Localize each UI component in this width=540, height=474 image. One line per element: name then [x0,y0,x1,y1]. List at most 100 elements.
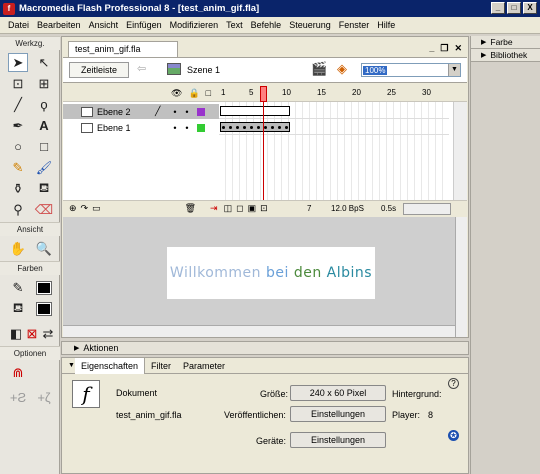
edit-symbols-icon[interactable]: ◈ [337,61,347,77]
paint-bucket-tool-icon[interactable]: ⛾ [34,179,54,198]
no-color-icon[interactable]: ⊠ [26,324,38,343]
collapse-arrow-icon[interactable]: ▼ [62,362,75,369]
timeline-scrollbar[interactable] [453,102,467,202]
menu-ansicht[interactable]: Ansicht [85,20,123,30]
help-icon[interactable]: ? [448,378,459,389]
selection-tool-icon[interactable]: ➤ [8,53,28,72]
publish-settings-button[interactable]: Einstellungen [290,406,386,422]
delete-layer-icon[interactable]: 🗑 [185,203,196,214]
toolbox-view-label: Ansicht [0,222,60,236]
pencil-tool-icon[interactable]: ✎ [8,158,28,177]
size-button[interactable]: 240 x 60 Pixel [290,385,386,401]
fill-color-swatch[interactable] [34,299,54,318]
lasso-tool-icon[interactable]: ϙ [34,95,54,114]
free-transform-tool-icon[interactable]: ⊡ [8,74,28,93]
menu-einfuegen[interactable]: Einfügen [122,20,166,30]
playhead[interactable] [260,86,267,102]
menu-hilfe[interactable]: Hilfe [373,20,399,30]
back-arrow-icon[interactable]: ⇦ [137,62,146,75]
actions-panel-header[interactable]: ▶ Aktionen [61,341,469,355]
add-layer-icon[interactable]: ⊕ [69,203,77,214]
text-tool-icon[interactable]: A [34,116,54,135]
menu-datei[interactable]: Datei [4,20,33,30]
actions-panel-label: Aktionen [83,343,119,353]
eyedropper-tool-icon[interactable]: ⚲ [8,200,28,219]
outline-icon[interactable]: □ [206,88,211,99]
frame-number: 25 [387,88,396,97]
snap-magnet-icon[interactable]: ⋒ [8,363,28,382]
lock-dot[interactable]: • [181,107,193,117]
oval-tool-icon[interactable]: ○ [8,137,28,156]
hand-tool-icon[interactable]: ✋ [8,239,28,258]
line-tool-icon[interactable]: ╱ [8,95,28,114]
tab-eigenschaften[interactable]: Eigenschaften [74,357,145,374]
lock-icon[interactable]: 🔒 [188,88,199,99]
menu-bearbeiten[interactable]: Bearbeiten [33,20,85,30]
layer-color-swatch[interactable] [197,123,205,132]
devices-settings-button[interactable]: Einstellungen [290,432,386,448]
layer-row[interactable]: Ebene 1 • • [63,120,219,135]
frames-area[interactable] [219,102,449,212]
menu-fenster[interactable]: Fenster [335,20,374,30]
scene-label: Szene 1 [187,65,221,75]
menu-steuerung[interactable]: Steuerung [285,20,335,30]
size-label: Größe: [260,389,289,399]
edit-multiple-icon[interactable]: ▣ [248,203,257,214]
chevron-down-icon[interactable]: ▼ [448,64,460,76]
library-panel-header[interactable]: ▶ Bibliothek [471,49,540,62]
brush-tool-icon[interactable]: 🖌 [34,158,54,177]
doc-minimize-icon[interactable]: _ [429,43,434,54]
tab-parameter[interactable]: Parameter [177,361,231,371]
close-button[interactable]: X [523,2,537,14]
timeline-hscrollbar[interactable] [403,203,451,215]
layer-row[interactable]: Ebene 2 ╱ • • [63,104,219,119]
doc-restore-icon[interactable]: ❐ [440,43,448,54]
stroke-color-icon[interactable]: ✎ [8,278,28,297]
color-panel-header[interactable]: ▶ Farbe [471,36,540,49]
pen-tool-icon[interactable]: ✒ [8,116,28,135]
add-guide-icon[interactable]: ↷ [81,203,89,214]
stage-hscrollbar[interactable] [63,325,455,337]
timeline-toggle-button[interactable]: Zeitleiste [69,62,129,78]
ink-bottle-tool-icon[interactable]: ⚱ [8,179,28,198]
menu-modifizieren[interactable]: Modifizieren [166,20,223,30]
straighten-icon[interactable]: +ζ [34,388,54,407]
tab-filter[interactable]: Filter [145,361,177,371]
lock-dot[interactable]: • [181,123,193,133]
menu-text[interactable]: Text [222,20,247,30]
rectangle-tool-icon[interactable]: □ [34,137,54,156]
fill-transform-tool-icon[interactable]: ⊞ [34,74,54,93]
fill-color-icon[interactable]: ⛾ [8,299,28,318]
swap-colors-icon[interactable]: ⇄ [42,324,54,343]
center-frame-icon[interactable]: ⇥ [210,203,218,214]
edit-scene-icon[interactable]: 🎬 [311,61,327,77]
accessibility-icon[interactable]: ✪ [448,430,459,441]
frame-row[interactable] [219,120,449,135]
stage[interactable]: Willkommen bei den Albins [167,247,375,299]
layer-color-swatch[interactable] [197,107,205,116]
frame-span[interactable] [220,106,290,116]
smooth-icon[interactable]: +Ƨ [8,388,28,407]
maximize-button[interactable]: □ [507,2,521,14]
black-white-icon[interactable]: ◧ [10,324,22,343]
stage-area[interactable]: Willkommen bei den Albins [63,217,467,337]
menu-befehle[interactable]: Befehle [247,20,286,30]
stroke-color-swatch[interactable] [34,278,54,297]
minimize-button[interactable]: _ [491,2,505,14]
subselection-tool-icon[interactable]: ↖ [34,53,54,72]
doc-close-icon[interactable]: ✕ [454,43,462,54]
visibility-dot[interactable]: • [169,123,181,133]
frame-row[interactable] [219,104,449,119]
onion-skin-icon[interactable]: ◫ [224,203,233,214]
visibility-dot[interactable]: • [169,107,181,117]
onion-markers-icon[interactable]: ⊡ [260,203,268,214]
add-folder-icon[interactable]: ▭ [92,203,101,214]
onion-outline-icon[interactable]: ◻ [236,203,243,214]
zoom-tool-icon[interactable]: 🔍 [34,239,54,258]
zoom-select[interactable]: 100% ▼ [361,63,461,77]
frame-span[interactable] [220,122,290,132]
eye-icon[interactable]: 👁 [171,88,182,99]
eraser-tool-icon[interactable]: ⌫ [34,200,54,219]
stage-vscrollbar[interactable] [455,217,467,337]
document-tab[interactable]: test_anim_gif.fla [68,41,178,57]
